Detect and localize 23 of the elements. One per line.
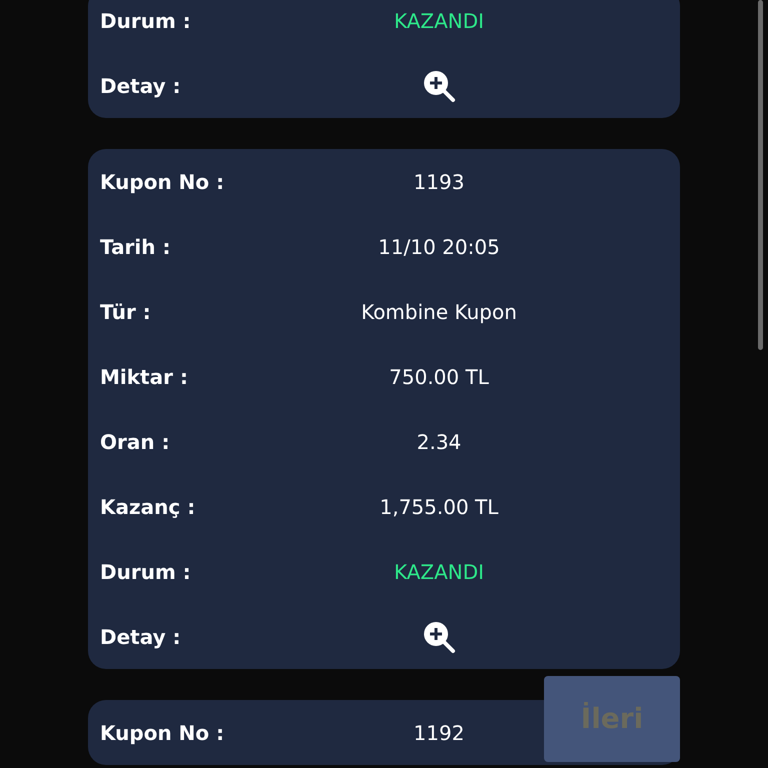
field-value: 1193 [414,168,464,196]
field-label: Kazanç : [100,494,196,520]
field-value: 11/10 20:05 [378,234,500,260]
zoom-in-icon[interactable] [422,620,456,654]
status-value: KAZANDI [394,8,484,34]
field-value: 1,755.00 TL [380,494,498,520]
field-label: Oran : [100,428,171,456]
field-value: 750.00 TL [389,364,489,390]
field-label: Detay : [100,624,182,650]
field-label: Kupon No : [100,720,226,746]
field-value: Kombine Kupon [361,298,517,326]
zoom-in-icon[interactable] [422,68,456,102]
field-label: Tarih : [100,234,172,260]
field-label: Tür : [100,298,152,326]
field-label: Durum : [100,8,192,34]
field-value: 2.34 [416,428,462,456]
field-label: Kupon No : [100,168,226,196]
field-label: Detay : [100,72,182,100]
field-value: 1192 [414,720,464,746]
status-value: KAZANDI [394,558,484,586]
field-label: Miktar : [100,364,189,390]
field-label: Durum : [100,558,192,586]
scrollbar[interactable] [758,0,763,350]
